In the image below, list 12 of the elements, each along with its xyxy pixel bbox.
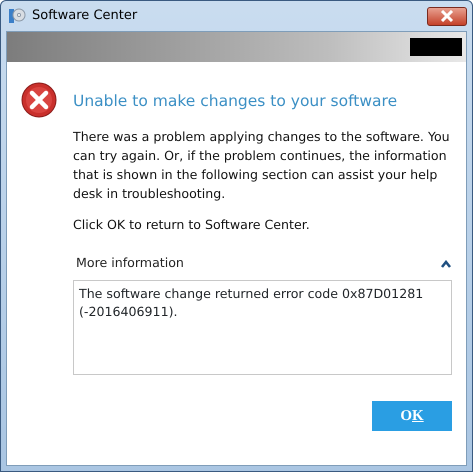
close-button[interactable]: [427, 6, 467, 26]
message-text: There was a problem applying changes to the software. You can try again. Or, if the problem continues, the information that is shown in the following section can assist your help desk in troubleshooting.: [73, 128, 451, 204]
section-label: More information: [76, 254, 184, 272]
redaction-bar: [410, 38, 462, 56]
details-field[interactable]: The software change returned error code 0x87D01281 (-2016406911).: [73, 280, 452, 376]
error-icon: [21, 82, 57, 118]
dialog-heading: Unable to make changes to your software: [73, 91, 398, 112]
window-title: Software Center: [32, 7, 138, 26]
message-text: Click OK to return to Software Center.: [73, 216, 311, 234]
app-icon: [8, 7, 26, 25]
collapse-toggle[interactable]: [440, 260, 452, 268]
close-icon: [440, 10, 454, 22]
